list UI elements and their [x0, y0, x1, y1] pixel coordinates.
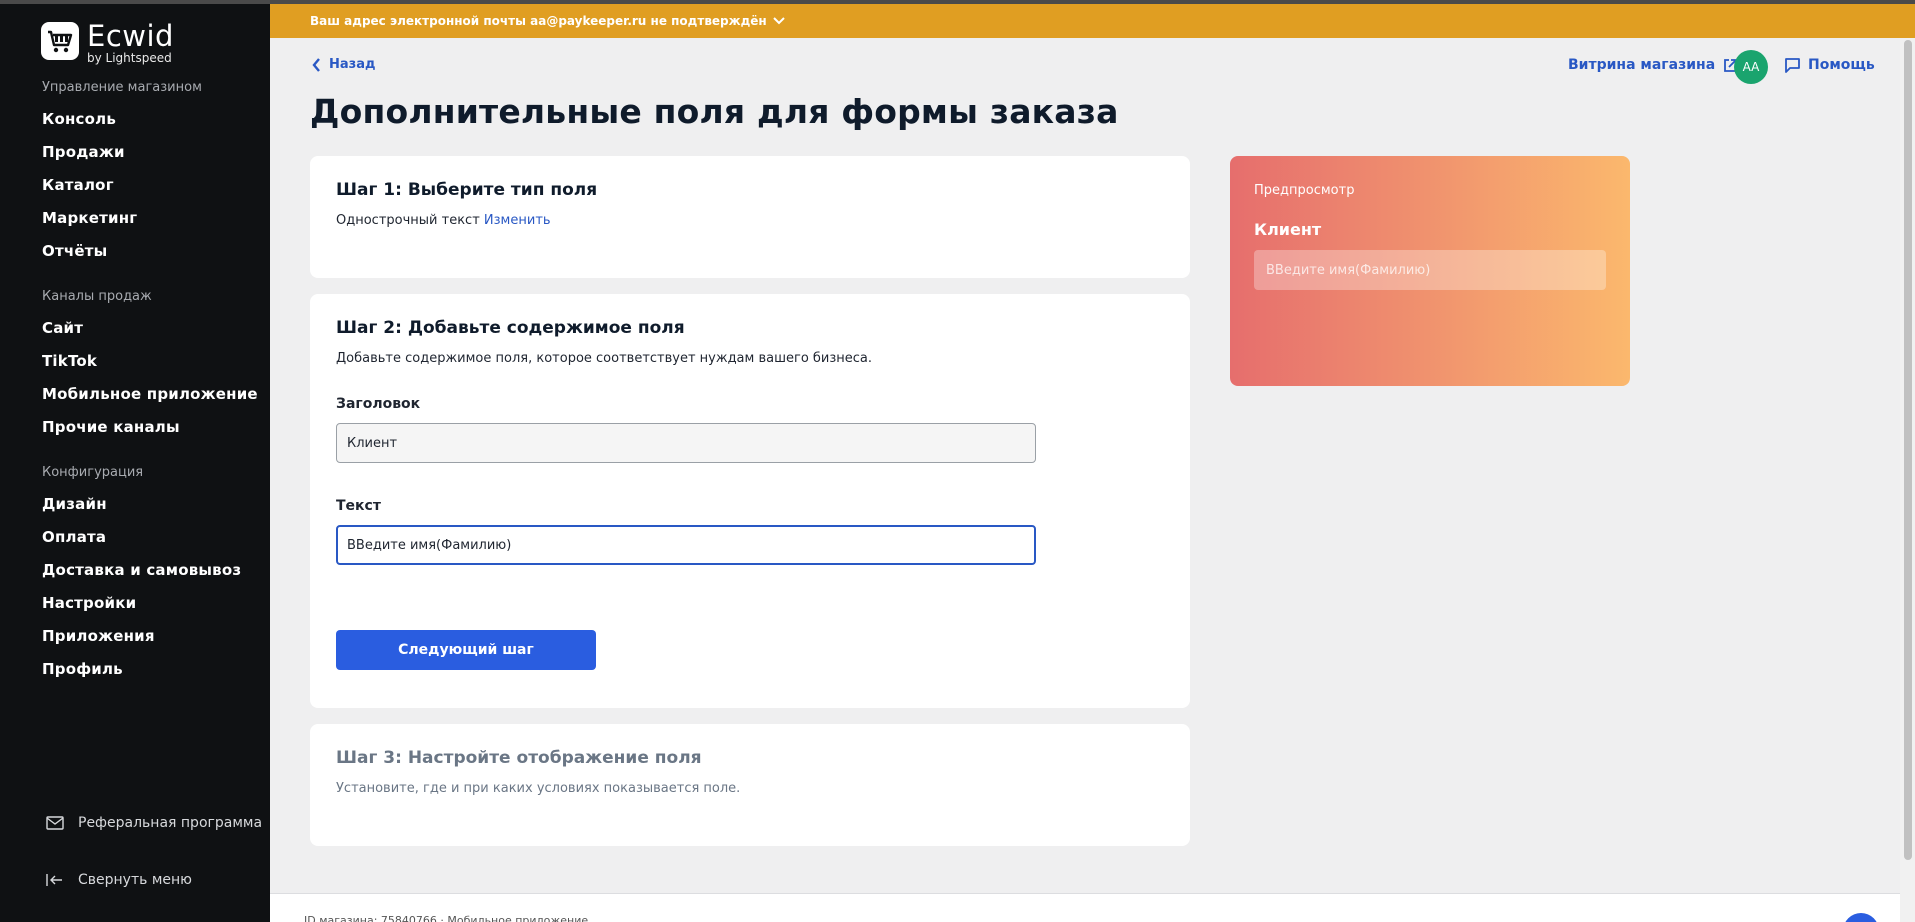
chevron-left-icon — [312, 57, 320, 72]
sidebar-item-marketing[interactable]: Маркетинг — [42, 209, 137, 227]
email-warning-bar[interactable]: Ваш адрес электронной почты aa@paykeeper… — [270, 4, 1915, 38]
storefront-link[interactable]: Витрина магазина — [1568, 57, 1738, 73]
collapse-arrow-icon — [46, 874, 62, 886]
back-link[interactable]: Назад — [312, 57, 375, 72]
step3-card: Шаг 3: Настройте отображение поля Устано… — [310, 724, 1190, 846]
step1-title: Шаг 1: Выберите тип поля — [336, 180, 598, 200]
storefront-label: Витрина магазина — [1568, 57, 1716, 73]
sidebar-item-console[interactable]: Консоль — [42, 110, 116, 128]
referral-program-link[interactable]: Реферальная программа — [46, 815, 262, 831]
page-footer: ID магазина: 75840766 · Мобильное прилож… — [270, 893, 1900, 922]
step2-description: Добавьте содержимое поля, которое соотве… — [336, 351, 873, 366]
step1-card: Шаг 1: Выберите тип поля Однострочный те… — [310, 156, 1190, 278]
step2-card: Шаг 2: Добавьте содержимое поля Добавьте… — [310, 294, 1190, 708]
sidebar-item-settings[interactable]: Настройки — [42, 594, 136, 612]
sidebar-item-sales[interactable]: Продажи — [42, 143, 125, 161]
step1-text: Однострочный текст Изменить — [336, 213, 551, 228]
back-label: Назад — [329, 57, 376, 72]
preview-title: Предпросмотр — [1254, 183, 1355, 198]
field-type-value: Однострочный текст — [336, 213, 480, 228]
help-link[interactable]: Помощь — [1784, 57, 1875, 73]
step3-title: Шаг 3: Настройте отображение поля — [336, 748, 702, 768]
brand-sub: by Lightspeed — [87, 51, 172, 65]
chevron-down-icon — [772, 17, 785, 25]
sidebar-item-catalog[interactable]: Каталог — [42, 176, 114, 194]
collapse-menu-button[interactable]: Свернуть меню — [46, 872, 192, 888]
cart-logo-icon — [41, 22, 79, 60]
page-title: Дополнительные поля для формы заказа — [310, 92, 1119, 131]
preview-field-label: Клиент — [1254, 220, 1322, 239]
heading-field-label: Заголовок — [336, 396, 421, 412]
sidebar-item-design[interactable]: Дизайн — [42, 495, 107, 513]
avatar[interactable]: AA — [1734, 50, 1768, 84]
sidebar-item-mobile-app[interactable]: Мобильное приложение — [42, 385, 258, 403]
help-label: Помощь — [1808, 57, 1875, 73]
sidebar-item-other-channels[interactable]: Прочие каналы — [42, 418, 180, 436]
sidebar-item-apps[interactable]: Приложения — [42, 627, 155, 645]
preview-input: ВВедите имя(Фамилию) — [1254, 250, 1606, 290]
scrollbar-thumb[interactable] — [1904, 40, 1912, 860]
change-type-link[interactable]: Изменить — [484, 213, 551, 228]
referral-label: Реферальная программа — [78, 815, 263, 831]
sidebar-item-tiktok[interactable]: TikTok — [42, 352, 97, 370]
sidebar: Ecwid by Lightspeed Управление магазином… — [0, 4, 270, 922]
brand-name: Ecwid — [87, 19, 174, 53]
next-step-button[interactable]: Следующий шаг — [336, 630, 596, 670]
sidebar-item-reports[interactable]: Отчёты — [42, 242, 107, 260]
step2-title: Шаг 2: Добавьте содержимое поля — [336, 318, 685, 338]
heading-input[interactable] — [336, 423, 1036, 463]
warning-text: Ваш адрес электронной почты aa@paykeeper… — [310, 14, 767, 28]
sidebar-item-profile[interactable]: Профиль — [42, 660, 123, 678]
brand-logo[interactable]: Ecwid by Lightspeed — [41, 22, 174, 64]
sidebar-item-shipping[interactable]: Доставка и самовывоз — [42, 561, 241, 579]
footer-text: ID магазина: 75840766 · Мобильное прилож… — [304, 914, 589, 922]
section-title-management: Управление магазином — [42, 80, 202, 95]
text-input[interactable] — [336, 525, 1036, 565]
step3-description: Установите, где и при каких условиях пок… — [336, 781, 741, 796]
collapse-label: Свернуть меню — [78, 872, 192, 888]
section-title-channels: Каналы продаж — [42, 289, 152, 304]
chat-bubble-icon — [1785, 57, 1800, 73]
sidebar-item-site[interactable]: Сайт — [42, 319, 83, 337]
sidebar-item-payment[interactable]: Оплата — [42, 528, 106, 546]
envelope-icon — [46, 816, 64, 830]
section-title-configuration: Конфигурация — [42, 465, 144, 480]
preview-card: Предпросмотр Клиент ВВедите имя(Фамилию) — [1230, 156, 1630, 386]
text-field-label: Текст — [336, 498, 381, 514]
